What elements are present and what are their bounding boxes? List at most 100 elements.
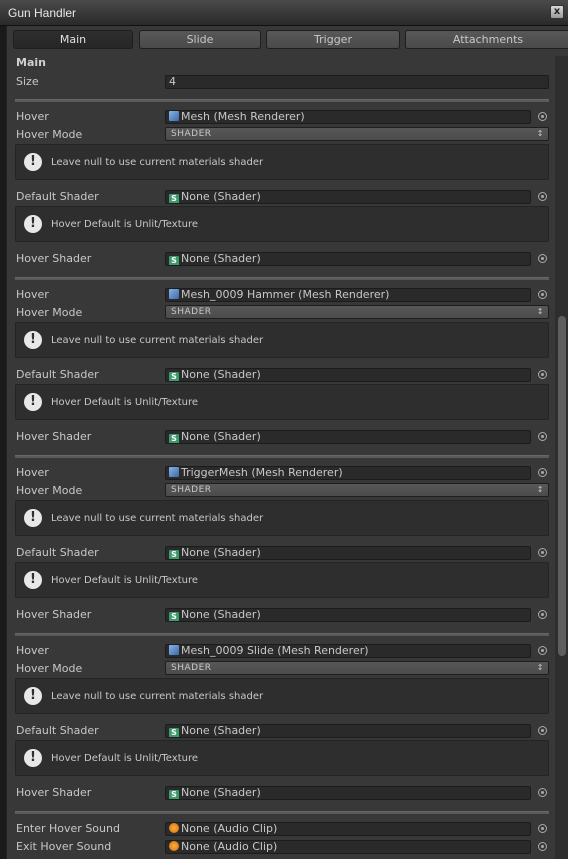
default-shader-label: Default Shader xyxy=(16,724,99,737)
tab-trigger[interactable]: Trigger xyxy=(266,30,400,49)
help-text: Hover Default is Unlit/Texture xyxy=(51,753,198,764)
object-picker-icon[interactable] xyxy=(538,548,547,557)
hover-field[interactable]: Mesh_0009 Hammer (Mesh Renderer) xyxy=(165,288,531,302)
hover-mode-value: SHADER xyxy=(171,307,212,317)
help-box: ! Hover Default is Unlit/Texture xyxy=(15,384,549,420)
tab-main[interactable]: Main xyxy=(13,30,133,49)
object-picker-icon[interactable] xyxy=(538,842,547,851)
default-shader-field[interactable]: S None (Shader) xyxy=(165,190,531,204)
entry-separator xyxy=(15,811,549,814)
hover-shader-field[interactable]: S None (Shader) xyxy=(165,786,531,800)
hover-field-text: Mesh (Mesh Renderer) xyxy=(181,110,305,123)
object-picker-icon[interactable] xyxy=(538,788,547,797)
object-picker-icon[interactable] xyxy=(538,646,547,655)
hover-field[interactable]: TriggerMesh (Mesh Renderer) xyxy=(165,466,531,480)
tab-bar: Main Slide Trigger Attachments xyxy=(13,30,568,50)
mesh-renderer-icon xyxy=(169,645,179,655)
info-icon: ! xyxy=(24,749,42,767)
close-button[interactable]: x xyxy=(550,5,564,19)
default-shader-label: Default Shader xyxy=(16,546,99,559)
exit-hover-sound-label: Exit Hover Sound xyxy=(16,840,112,853)
hover-field[interactable]: Mesh (Mesh Renderer) xyxy=(165,110,531,124)
dropdown-arrow-icon: ↕ xyxy=(536,307,544,316)
entry-separator xyxy=(15,99,549,102)
scrollbar-thumb[interactable] xyxy=(558,316,566,656)
hover-mode-value: SHADER xyxy=(171,485,212,495)
hover-mode-label: Hover Mode xyxy=(16,306,83,319)
mesh-renderer-icon xyxy=(169,111,179,121)
help-text: Leave null to use current materials shad… xyxy=(51,157,264,168)
object-picker-icon[interactable] xyxy=(538,370,547,379)
object-picker-icon[interactable] xyxy=(538,432,547,441)
default-shader-field-text: None (Shader) xyxy=(181,724,261,737)
info-icon: ! xyxy=(24,215,42,233)
object-picker-icon[interactable] xyxy=(538,254,547,263)
hover-label: Hover xyxy=(16,110,49,123)
dropdown-arrow-icon: ↕ xyxy=(536,129,544,138)
hover-mode-value: SHADER xyxy=(171,129,212,139)
help-text: Leave null to use current materials shad… xyxy=(51,691,264,702)
scrollbar[interactable] xyxy=(555,56,568,859)
tab-attachments[interactable]: Attachments xyxy=(405,30,568,49)
exit-hover-sound-field[interactable]: None (Audio Clip) xyxy=(165,840,531,854)
hover-mode-dropdown[interactable]: SHADER ↕ xyxy=(165,127,549,141)
shader-icon: S xyxy=(169,728,179,737)
window-titlebar: Gun Handler x xyxy=(0,0,568,26)
help-box: ! Leave null to use current materials sha… xyxy=(15,500,549,536)
hover-shader-field-text: None (Shader) xyxy=(181,430,261,443)
hover-label: Hover xyxy=(16,288,49,301)
hover-shader-label: Hover Shader xyxy=(16,252,92,265)
hover-mode-label: Hover Mode xyxy=(16,128,83,141)
object-picker-icon[interactable] xyxy=(538,112,547,121)
help-text: Leave null to use current materials shad… xyxy=(51,335,264,346)
mesh-renderer-icon xyxy=(169,289,179,299)
info-icon: ! xyxy=(24,509,42,527)
default-shader-field-text: None (Shader) xyxy=(181,546,261,559)
shader-icon: S xyxy=(169,194,179,203)
window-title: Gun Handler xyxy=(8,6,77,20)
dropdown-arrow-icon: ↕ xyxy=(536,485,544,494)
object-picker-icon[interactable] xyxy=(538,610,547,619)
enter-hover-sound-field-text: None (Audio Clip) xyxy=(181,822,278,835)
dropdown-arrow-icon: ↕ xyxy=(536,663,544,672)
shader-icon: S xyxy=(169,256,179,265)
default-shader-field[interactable]: S None (Shader) xyxy=(165,368,531,382)
info-icon: ! xyxy=(24,393,42,411)
hover-mode-dropdown[interactable]: SHADER ↕ xyxy=(165,661,549,675)
enter-hover-sound-field[interactable]: None (Audio Clip) xyxy=(165,822,531,836)
hover-field[interactable]: Mesh_0009 Slide (Mesh Renderer) xyxy=(165,644,531,658)
hover-field-text: Mesh_0009 Slide (Mesh Renderer) xyxy=(181,644,369,657)
object-picker-icon[interactable] xyxy=(538,726,547,735)
mesh-renderer-icon xyxy=(169,467,179,477)
audio-clip-icon xyxy=(169,823,179,833)
default-shader-label: Default Shader xyxy=(16,368,99,381)
entry-separator xyxy=(15,633,549,636)
object-picker-icon[interactable] xyxy=(538,290,547,299)
hover-shader-field-text: None (Shader) xyxy=(181,786,261,799)
object-picker-icon[interactable] xyxy=(538,468,547,477)
hover-shader-field[interactable]: S None (Shader) xyxy=(165,252,531,266)
tab-slide[interactable]: Slide xyxy=(139,30,261,49)
hover-mode-dropdown[interactable]: SHADER ↕ xyxy=(165,305,549,319)
entry-separator xyxy=(15,277,549,280)
default-shader-field[interactable]: S None (Shader) xyxy=(165,546,531,560)
shader-icon: S xyxy=(169,372,179,381)
section-title: Main xyxy=(16,56,46,69)
default-shader-field-text: None (Shader) xyxy=(181,190,261,203)
default-shader-field[interactable]: S None (Shader) xyxy=(165,724,531,738)
hover-field-text: Mesh_0009 Hammer (Mesh Renderer) xyxy=(181,288,390,301)
hover-shader-field[interactable]: S None (Shader) xyxy=(165,608,531,622)
object-picker-icon[interactable] xyxy=(538,824,547,833)
object-picker-icon[interactable] xyxy=(538,192,547,201)
enter-hover-sound-label: Enter Hover Sound xyxy=(16,822,120,835)
help-box: ! Hover Default is Unlit/Texture xyxy=(15,740,549,776)
help-box: ! Hover Default is Unlit/Texture xyxy=(15,562,549,598)
hover-shader-field-text: None (Shader) xyxy=(181,608,261,621)
hover-mode-dropdown[interactable]: SHADER ↕ xyxy=(165,483,549,497)
hover-shader-label: Hover Shader xyxy=(16,430,92,443)
hover-shader-field[interactable]: S None (Shader) xyxy=(165,430,531,444)
hover-shader-label: Hover Shader xyxy=(16,608,92,621)
help-box: ! Hover Default is Unlit/Texture xyxy=(15,206,549,242)
shader-icon: S xyxy=(169,550,179,559)
size-field[interactable]: 4 xyxy=(165,75,549,89)
